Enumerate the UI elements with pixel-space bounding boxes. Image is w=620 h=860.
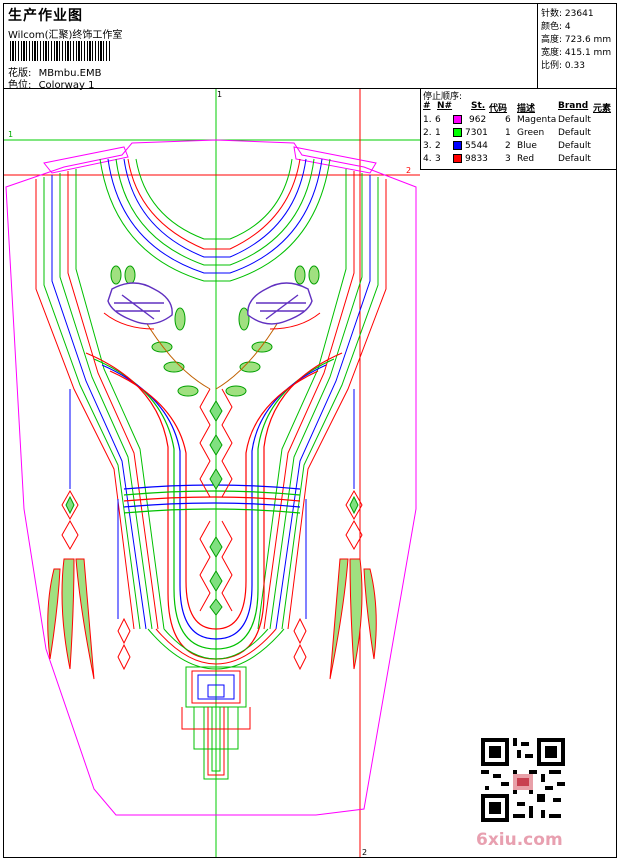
legend-row: 3. 2 5544 2 Blue Default <box>421 141 617 153</box>
row-desc: Magenta <box>517 115 557 125</box>
stat-value: 0.33 <box>564 61 585 71</box>
stat-value: 23641 <box>564 9 594 19</box>
row-index: 4. <box>423 154 432 164</box>
legend-header-n: N# <box>437 101 453 111</box>
color-swatch <box>453 141 462 150</box>
stat-stitches: 针数: 23641 <box>541 6 594 19</box>
row-code: 1 <box>505 128 511 138</box>
row-brand: Default <box>558 141 591 151</box>
watermark: 6xiu.com <box>476 830 563 850</box>
legend-row: 1. 6 962 6 Magenta Default <box>421 115 617 127</box>
legend-header-code: 代码 <box>489 104 508 114</box>
guide-marker-bottom: 2 <box>362 848 367 857</box>
stat-height: 高度: 723.6 mm <box>541 32 611 45</box>
row-index: 3. <box>423 141 432 151</box>
row-code: 6 <box>505 115 511 125</box>
stat-scale: 比例: 0.33 <box>541 58 585 71</box>
color-swatch <box>453 115 462 124</box>
row-stitches: 9833 <box>465 154 488 164</box>
color-swatch <box>453 154 462 163</box>
stat-label: 高度: <box>541 35 563 45</box>
row-index: 1. <box>423 115 432 125</box>
stat-value: 415.1 mm <box>564 48 612 58</box>
row-n: 6 <box>435 115 441 125</box>
company-name: Wilcom(汇聚)终饰工作室 <box>8 30 123 41</box>
qr-code <box>481 738 565 822</box>
row-stitches: 962 <box>469 115 487 125</box>
stat-label: 比例: <box>541 61 563 71</box>
guide-marker-top: 1 <box>217 90 222 99</box>
page-title: 生产作业图 <box>8 8 83 24</box>
stat-value: 4 <box>564 22 571 32</box>
row-n: 1 <box>435 128 441 138</box>
legend-row: 2. 1 7301 1 Green Default <box>421 128 617 140</box>
row-stitches: 7301 <box>465 128 488 138</box>
header-info: 生产作业图 Wilcom(汇聚)终饰工作室 花版: MBmbu.EMB 色位: … <box>4 4 536 91</box>
row-stitches: 5544 <box>465 141 488 151</box>
row-code: 2 <box>505 141 511 151</box>
stat-value: 723.6 mm <box>564 35 612 45</box>
row-brand: Default <box>558 115 591 125</box>
legend-header-desc: 描述 <box>517 104 536 114</box>
stats-panel: 针数: 23641 颜色: 4 高度: 723.6 mm 宽度: 415.1 m… <box>537 4 617 88</box>
guide-marker-right: 2 <box>406 166 411 175</box>
row-code: 3 <box>505 154 511 164</box>
legend-header-element: 元素 <box>593 104 612 114</box>
barcode-image <box>10 41 110 61</box>
row-index: 2. <box>423 128 432 138</box>
legend-row: 4. 3 9833 3 Red Default <box>421 154 617 166</box>
row-n: 3 <box>435 154 441 164</box>
row-brand: Default <box>558 154 591 164</box>
guide-marker-left: 1 <box>8 130 13 139</box>
stat-label: 颜色: <box>541 22 563 32</box>
row-desc: Blue <box>517 141 537 151</box>
stat-width: 宽度: 415.1 mm <box>541 45 611 58</box>
stat-label: 宽度: <box>541 48 563 58</box>
legend-header-index: # <box>423 101 431 111</box>
color-sequence-legend: 停止顺序: # N# St. 代码 描述 Brand 元素 1. 6 962 6… <box>420 89 617 170</box>
row-n: 2 <box>435 141 441 151</box>
stat-label: 针数: <box>541 9 563 19</box>
row-brand: Default <box>558 128 591 138</box>
stat-colors: 颜色: 4 <box>541 19 571 32</box>
color-swatch <box>453 128 462 137</box>
row-desc: Red <box>517 154 535 164</box>
legend-header-st: St. <box>471 101 486 111</box>
legend-header-brand: Brand <box>558 101 589 111</box>
row-desc: Green <box>517 128 545 138</box>
